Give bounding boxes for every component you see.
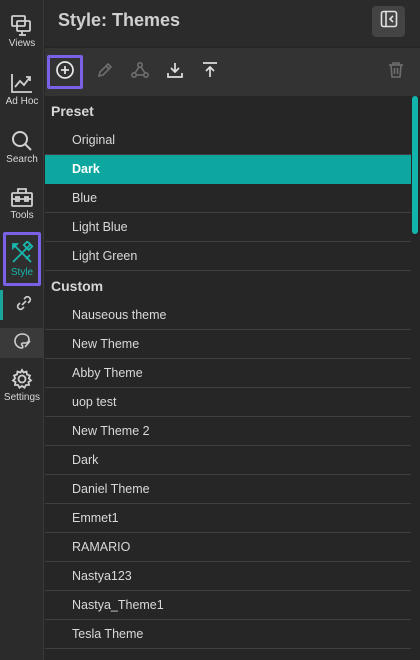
- plus-circle-icon: [55, 60, 75, 85]
- add-theme-button[interactable]: [47, 55, 83, 89]
- nav-settings-label: Settings: [3, 392, 41, 403]
- upload-theme-button[interactable]: [196, 58, 224, 86]
- list-item[interactable]: Nauseous theme: [45, 301, 411, 330]
- nav-style-sub-link[interactable]: [0, 290, 44, 320]
- theme-toolbar: [45, 48, 420, 96]
- list-item[interactable]: uop test: [45, 388, 411, 417]
- nav-style-sub-palette[interactable]: [0, 328, 44, 358]
- panel-header: Style: Themes: [45, 0, 420, 46]
- nav-search-label: Search: [6, 154, 38, 165]
- style-link-icon: [15, 294, 33, 317]
- list-scrollbar[interactable]: [411, 96, 420, 660]
- page-title: Style: Themes: [58, 10, 181, 30]
- scrollbar-thumb[interactable]: [412, 96, 418, 234]
- custom-list: Nauseous theme New Theme Abby Theme uop …: [45, 301, 411, 649]
- theme-list: Preset Original Dark Blue Light Blue Lig…: [45, 96, 411, 660]
- list-item[interactable]: Light Green: [45, 242, 411, 271]
- list-item[interactable]: Dark: [45, 446, 411, 475]
- nav-search[interactable]: Search: [0, 130, 44, 166]
- preset-list: Original Dark Blue Light Blue Light Gree…: [45, 126, 411, 271]
- nav-tools-label: Tools: [10, 210, 34, 221]
- style-icon: [10, 241, 34, 265]
- nav-style-label: Style: [10, 267, 34, 278]
- list-item[interactable]: Daniel Theme: [45, 475, 411, 504]
- list-item[interactable]: Abby Theme: [45, 359, 411, 388]
- trash-icon: [388, 61, 404, 84]
- list-item[interactable]: Nastya123: [45, 562, 411, 591]
- nav-ad-hoc[interactable]: Ad Hoc: [0, 72, 44, 108]
- collapse-panel-button[interactable]: [372, 6, 405, 37]
- preset-section-heading: Preset: [45, 96, 411, 126]
- custom-section-heading: Custom: [45, 271, 411, 301]
- list-item[interactable]: Tesla Theme: [45, 620, 411, 649]
- collapse-panel-icon: [380, 10, 398, 33]
- share-nodes-icon: [130, 61, 150, 84]
- download-theme-button[interactable]: [161, 58, 189, 86]
- left-nav-rail: Views Ad Hoc Search Tools Style Settings: [0, 0, 44, 660]
- search-icon: [10, 130, 34, 152]
- list-item[interactable]: Original: [45, 126, 411, 155]
- list-item[interactable]: RAMARIO: [45, 533, 411, 562]
- list-item[interactable]: Emmet1: [45, 504, 411, 533]
- toolbox-icon: [10, 186, 34, 208]
- list-item[interactable]: New Theme 2: [45, 417, 411, 446]
- list-item[interactable]: Blue: [45, 184, 411, 213]
- nav-style[interactable]: Style: [3, 232, 41, 286]
- adhoc-chart-icon: [10, 72, 34, 94]
- nav-views[interactable]: Views: [0, 14, 44, 50]
- edit-theme-button[interactable]: [91, 58, 119, 86]
- pencil-icon: [96, 61, 114, 84]
- gear-icon: [11, 368, 33, 390]
- delete-theme-button[interactable]: [382, 58, 410, 86]
- palette-brush-icon: [12, 332, 32, 355]
- nav-views-label: Views: [8, 38, 36, 49]
- list-item[interactable]: Nastya_Theme1: [45, 591, 411, 620]
- nav-ad-hoc-label: Ad Hoc: [5, 96, 39, 107]
- upload-icon: [201, 61, 219, 84]
- download-icon: [166, 61, 184, 84]
- nav-settings[interactable]: Settings: [0, 368, 44, 404]
- list-item[interactable]: New Theme: [45, 330, 411, 359]
- nav-tools[interactable]: Tools: [0, 186, 44, 222]
- list-item[interactable]: Light Blue: [45, 213, 411, 242]
- views-icon: [10, 14, 34, 36]
- list-item-selected[interactable]: Dark: [45, 155, 411, 184]
- share-theme-button[interactable]: [126, 58, 154, 86]
